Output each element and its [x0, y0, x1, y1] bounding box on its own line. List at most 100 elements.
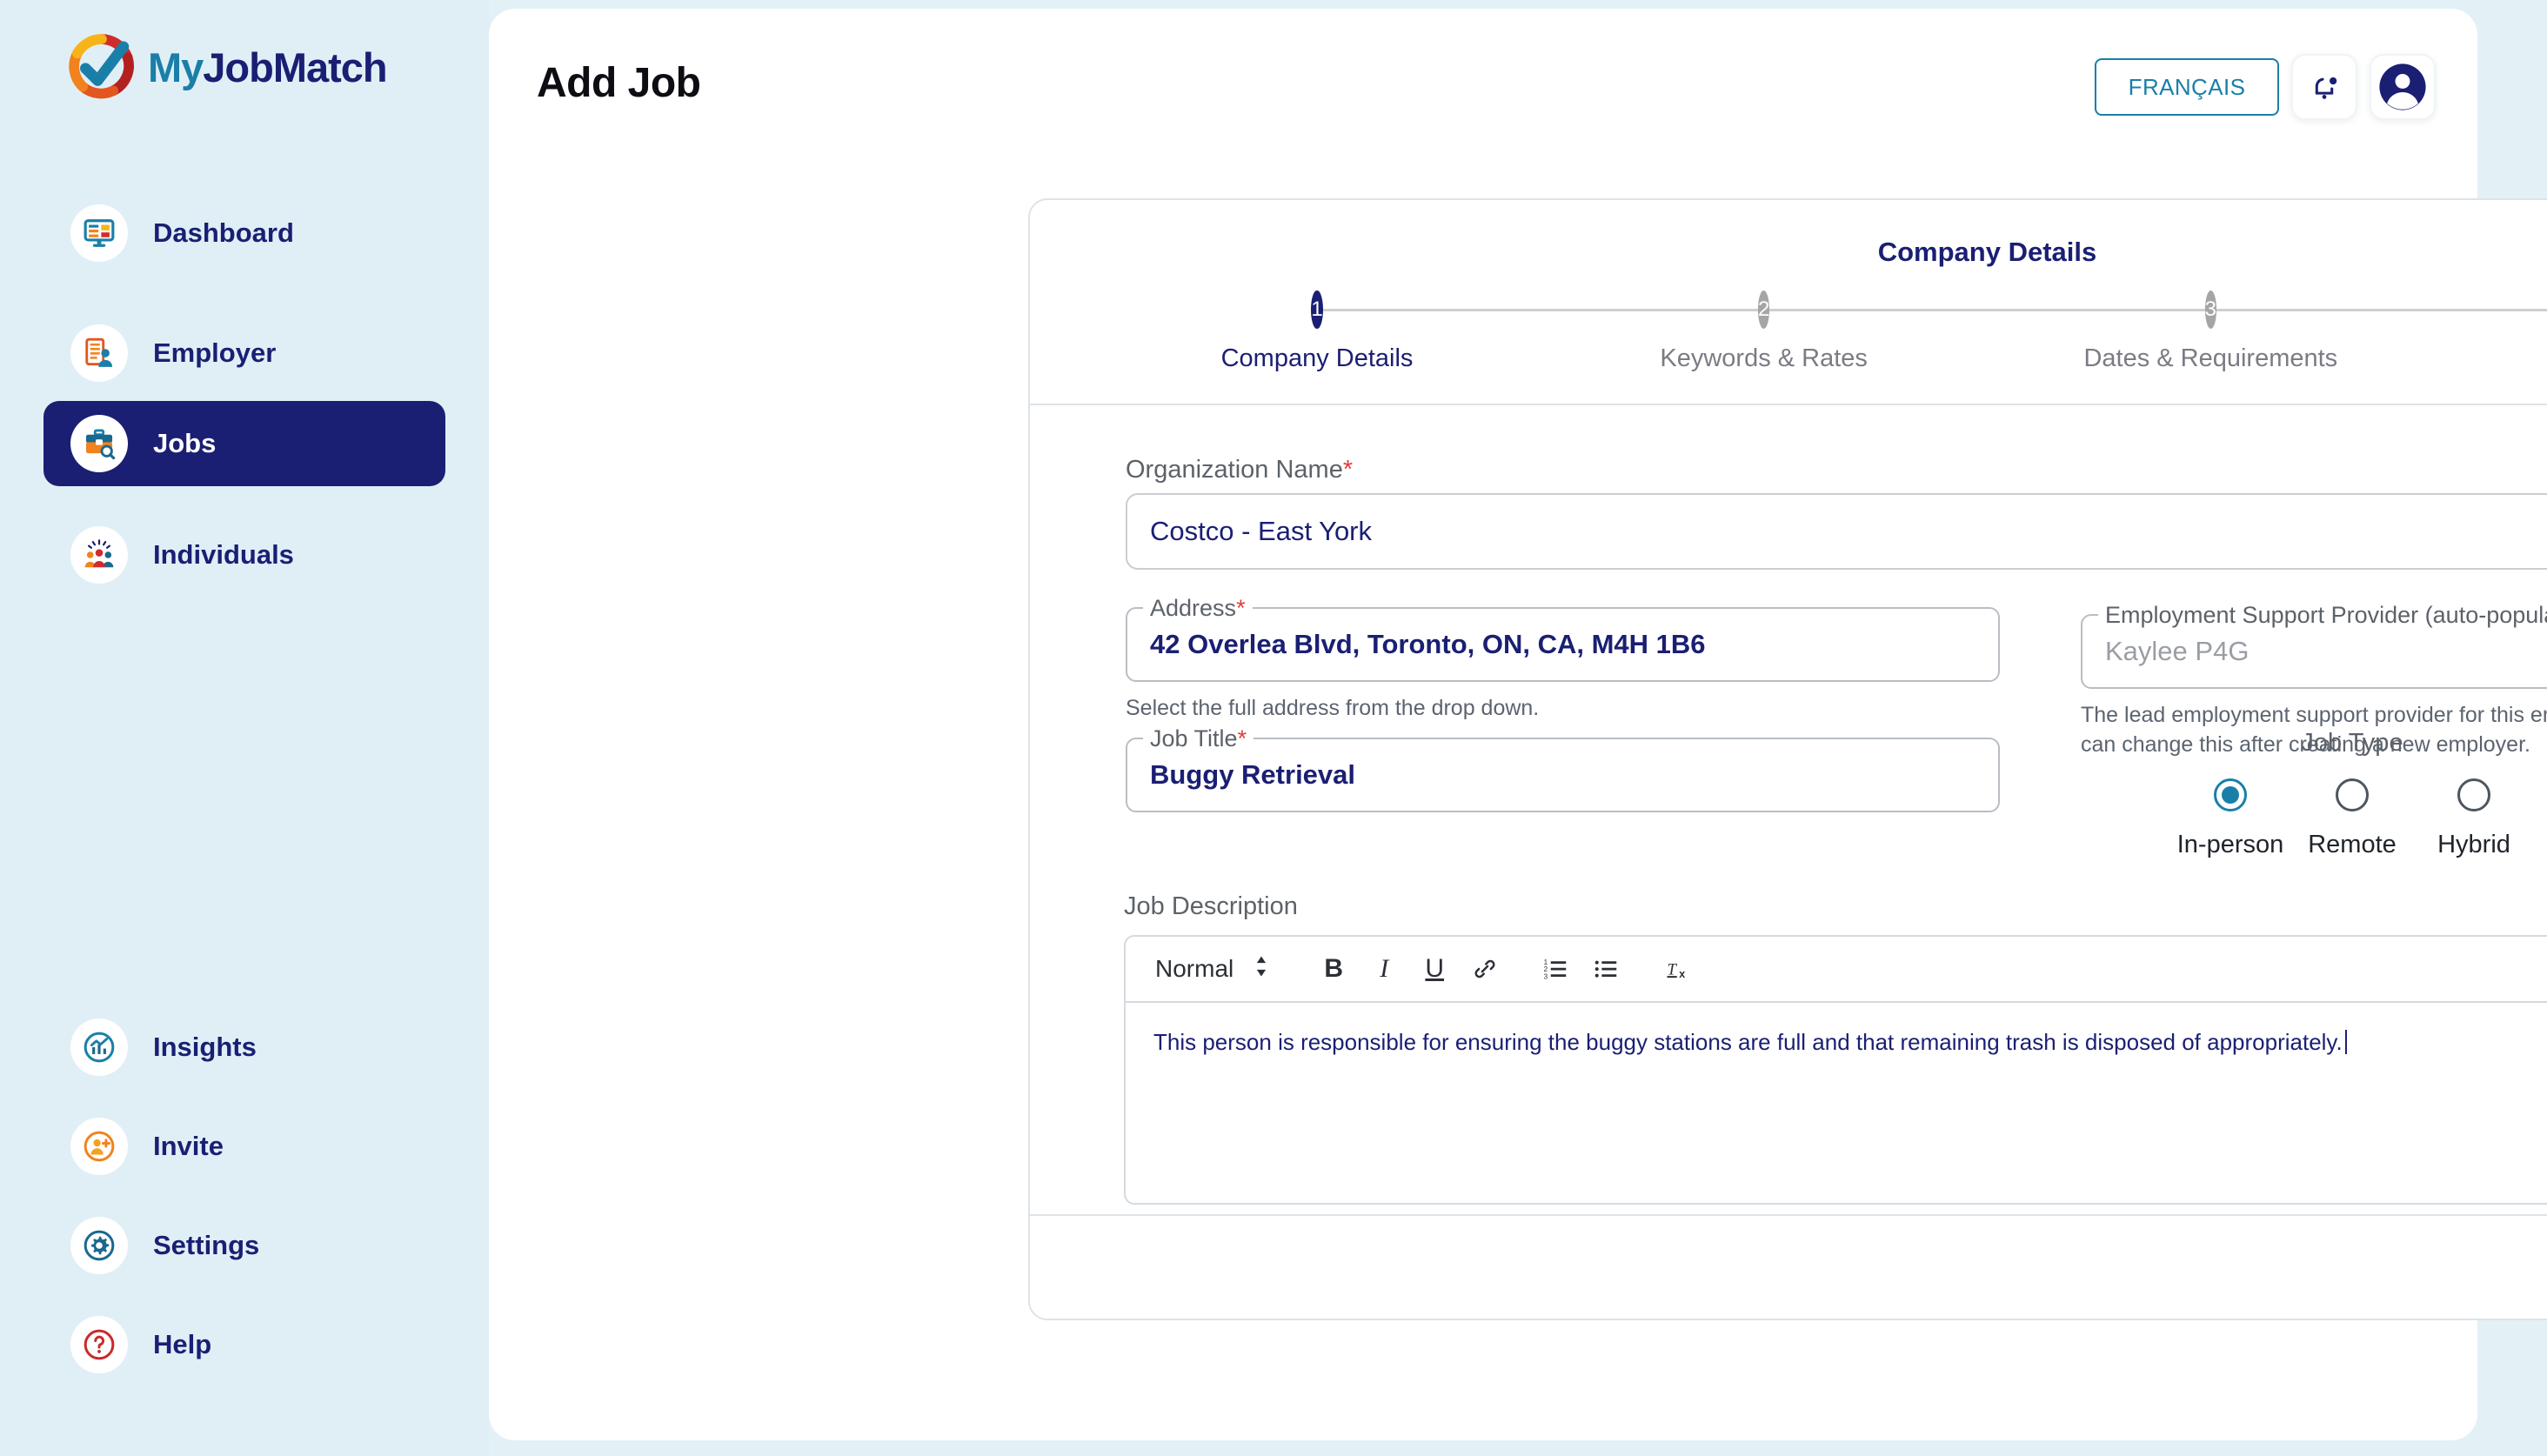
sidebar: MyJobMatch Dashboard Employer Jobs Indiv… — [0, 0, 489, 1456]
sidebar-item-insights[interactable]: Insights — [43, 1005, 445, 1090]
sidebar-item-invite[interactable]: Invite — [43, 1104, 445, 1189]
required-asterisk: * — [1237, 725, 1247, 751]
job-type-option-remote[interactable]: Remote — [2291, 778, 2413, 859]
language-toggle-button[interactable]: FRANÇAIS — [2095, 58, 2279, 116]
address-input[interactable]: Address* 42 Overlea Blvd, Toronto, ON, C… — [1126, 595, 2000, 682]
organization-name-label: Organization Name* — [1126, 456, 1354, 484]
job-description-field: Job Description Normal B I U 1 2 3 T x T… — [1124, 892, 2547, 1205]
organization-name-value: Costco - East York — [1150, 516, 1373, 546]
updown-chevron-icon[interactable] — [1253, 954, 1270, 985]
step-connector-line — [1317, 309, 2547, 311]
bell-alert-icon — [2315, 77, 2337, 99]
underline-icon[interactable]: U — [1409, 944, 1460, 994]
step-label: Dates & Requirements — [2083, 344, 2338, 372]
sidebar-item-label: Insights — [153, 1032, 257, 1062]
svg-text:3: 3 — [1544, 972, 1548, 980]
bullet-list-icon[interactable] — [1581, 944, 1632, 994]
text-cursor — [2344, 1030, 2347, 1054]
sidebar-item-label: Individuals — [153, 539, 294, 570]
sidebar-item-dashboard[interactable]: Dashboard — [43, 190, 445, 276]
document-person-icon — [75, 329, 124, 377]
support-provider-select[interactable]: Employment Support Provider (auto-popula… — [2081, 602, 2547, 689]
italic-icon[interactable]: I — [1359, 944, 1409, 994]
sidebar-item-label: Settings — [153, 1230, 260, 1260]
main-panel: Add Job FRANÇAIS Company Details 1 Compa… — [489, 9, 2547, 1440]
job-title-input[interactable]: Job Title* Buggy Retrieval — [1126, 725, 2000, 812]
step-number-bubble[interactable]: 2 — [1757, 291, 1770, 329]
wizard-steps: 1 Company Details 2 Keywords & Rates 3 D… — [1221, 291, 2547, 372]
brand-logo[interactable]: MyJobMatch — [68, 33, 388, 101]
sidebar-item-label: Help — [153, 1329, 212, 1359]
organization-name-select[interactable]: Costco - East York — [1126, 493, 2547, 570]
job-description-value: This person is responsible for ensuring … — [1153, 1029, 2343, 1055]
clear-format-icon[interactable]: T x — [1653, 944, 1703, 994]
job-title-label: Job Title* — [1143, 725, 1254, 752]
radio-unselected-icon[interactable] — [2336, 778, 2369, 811]
address-helper-text: Select the full address from the drop do… — [1126, 696, 1540, 720]
required-asterisk: * — [1236, 595, 1246, 621]
editor-toolbar: Normal B I U 1 2 3 T x — [1126, 937, 2547, 1003]
wizard-heading: Company Details — [1877, 237, 2097, 267]
job-description-label: Job Description — [1124, 892, 1298, 920]
job-type-option-label: In-person — [2176, 831, 2284, 858]
required-asterisk: * — [1342, 456, 1354, 484]
support-provider-value: Kaylee P4G — [2105, 636, 2250, 666]
job-type-option-hybrid[interactable]: Hybrid — [2413, 778, 2535, 859]
header-actions: FRANÇAIS — [2095, 54, 2436, 120]
job-type-option-label: Hybrid — [2437, 831, 2510, 858]
sidebar-item-settings[interactable]: Settings — [43, 1203, 445, 1288]
address-label: Address* — [1143, 595, 1253, 622]
job-type-options: In-person Remote Hybrid — [2169, 778, 2535, 859]
radio-selected-icon[interactable] — [2214, 778, 2247, 811]
check-circle-logo-icon — [69, 34, 134, 99]
job-type-option-label: Remote — [2308, 831, 2397, 858]
job-description-textarea[interactable]: This person is responsible for ensuring … — [1126, 1003, 2547, 1203]
user-avatar-icon — [2379, 63, 2426, 110]
chart-circle-icon — [75, 1023, 124, 1072]
question-circle-icon — [75, 1320, 124, 1369]
address-field: Address* 42 Overlea Blvd, Toronto, ON, C… — [1126, 595, 2000, 724]
step-number-bubble[interactable]: 1 — [1311, 291, 1323, 329]
format-select[interactable]: Normal — [1155, 954, 1270, 985]
person-plus-icon — [75, 1122, 124, 1171]
radio-unselected-icon[interactable] — [2457, 778, 2490, 811]
sidebar-item-jobs[interactable]: Jobs — [43, 401, 445, 486]
ordered-list-icon[interactable]: 1 2 3 — [1531, 944, 1581, 994]
support-provider-label: Employment Support Provider (auto-popula… — [2098, 602, 2547, 629]
sidebar-item-label: Jobs — [153, 428, 217, 458]
address-value: 42 Overlea Blvd, Toronto, ON, CA, M4H 1B… — [1150, 629, 1706, 659]
job-title-field: Job Title* Buggy Retrieval — [1126, 725, 2000, 812]
gear-icon — [75, 1221, 124, 1270]
monitor-dashboard-icon — [75, 209, 124, 257]
sidebar-item-label: Invite — [153, 1131, 224, 1161]
job-type-option-in-person[interactable]: In-person — [2169, 778, 2291, 859]
bold-icon[interactable]: B — [1308, 944, 1359, 994]
step-number-bubble[interactable]: 3 — [2204, 291, 2216, 329]
brand-name-my: My — [148, 43, 204, 90]
brand-name-jobmatch: JobMatch — [203, 43, 387, 90]
step-label: Keywords & Rates — [1660, 344, 1868, 372]
rich-text-editor: Normal B I U 1 2 3 T x This person is re… — [1124, 935, 2547, 1205]
page-title: Add Job — [537, 60, 701, 106]
notifications-button[interactable] — [2291, 54, 2357, 120]
link-icon[interactable] — [1460, 944, 1510, 994]
job-type-group: Job Type In-person Remote Hybrid — [2169, 729, 2535, 859]
sidebar-item-individuals[interactable]: Individuals — [43, 512, 445, 598]
svg-text:T: T — [1668, 960, 1678, 978]
briefcase-search-icon — [75, 419, 124, 468]
sidebar-item-label: Employer — [153, 337, 277, 368]
format-select-value: Normal — [1155, 955, 1234, 982]
people-group-icon — [75, 531, 124, 579]
job-title-value: Buggy Retrieval — [1150, 759, 1356, 790]
wizard-header: Company Details 1 Company Details 2 Keyw… — [1030, 200, 2547, 405]
svg-text:x: x — [1679, 968, 1685, 980]
form-body: Organization Name* Costco - East York Ad… — [1030, 405, 2547, 1214]
card-footer: NEXT SAVE JOB — [1030, 1214, 2547, 1319]
user-avatar-button[interactable] — [2370, 54, 2436, 120]
job-type-label: Job Type — [2301, 729, 2403, 757]
sidebar-item-label: Dashboard — [153, 217, 294, 248]
sidebar-item-help[interactable]: Help — [43, 1302, 445, 1387]
add-job-card: Company Details 1 Company Details 2 Keyw… — [1028, 198, 2547, 1320]
sidebar-item-employer[interactable]: Employer — [43, 311, 445, 396]
organization-name-field: Organization Name* Costco - East York — [1126, 456, 2547, 570]
